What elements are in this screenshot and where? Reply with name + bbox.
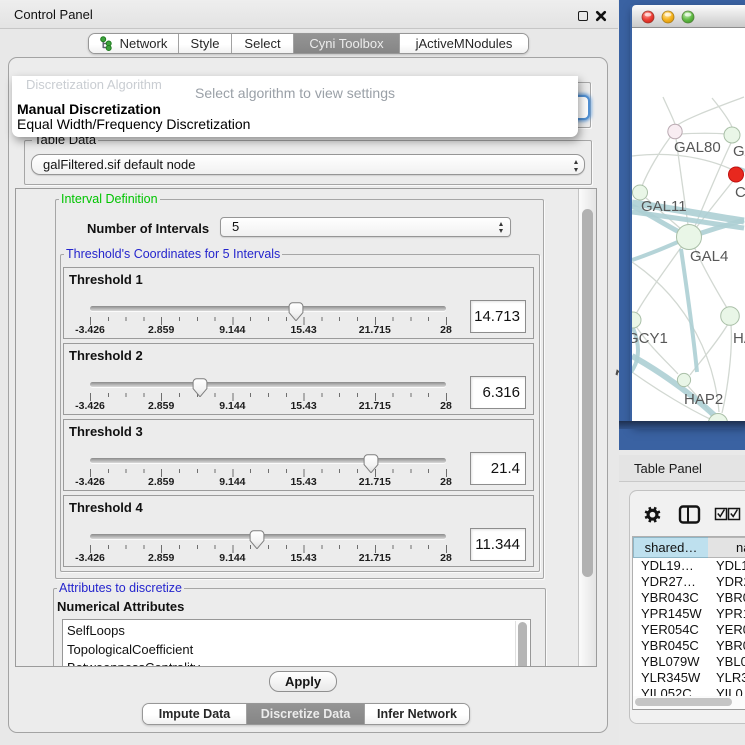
svg-text:CD: CD (735, 184, 745, 201)
svg-text:HAP2: HAP2 (684, 391, 723, 408)
svg-text:GAL11: GAL11 (641, 198, 687, 215)
svg-text:HA: HA (733, 330, 745, 347)
svg-text:GAL4: GAL4 (690, 248, 728, 265)
svg-text:GA: GA (733, 143, 745, 160)
svg-text:GAL80: GAL80 (674, 139, 721, 156)
svg-text:GCY1: GCY1 (632, 330, 668, 347)
